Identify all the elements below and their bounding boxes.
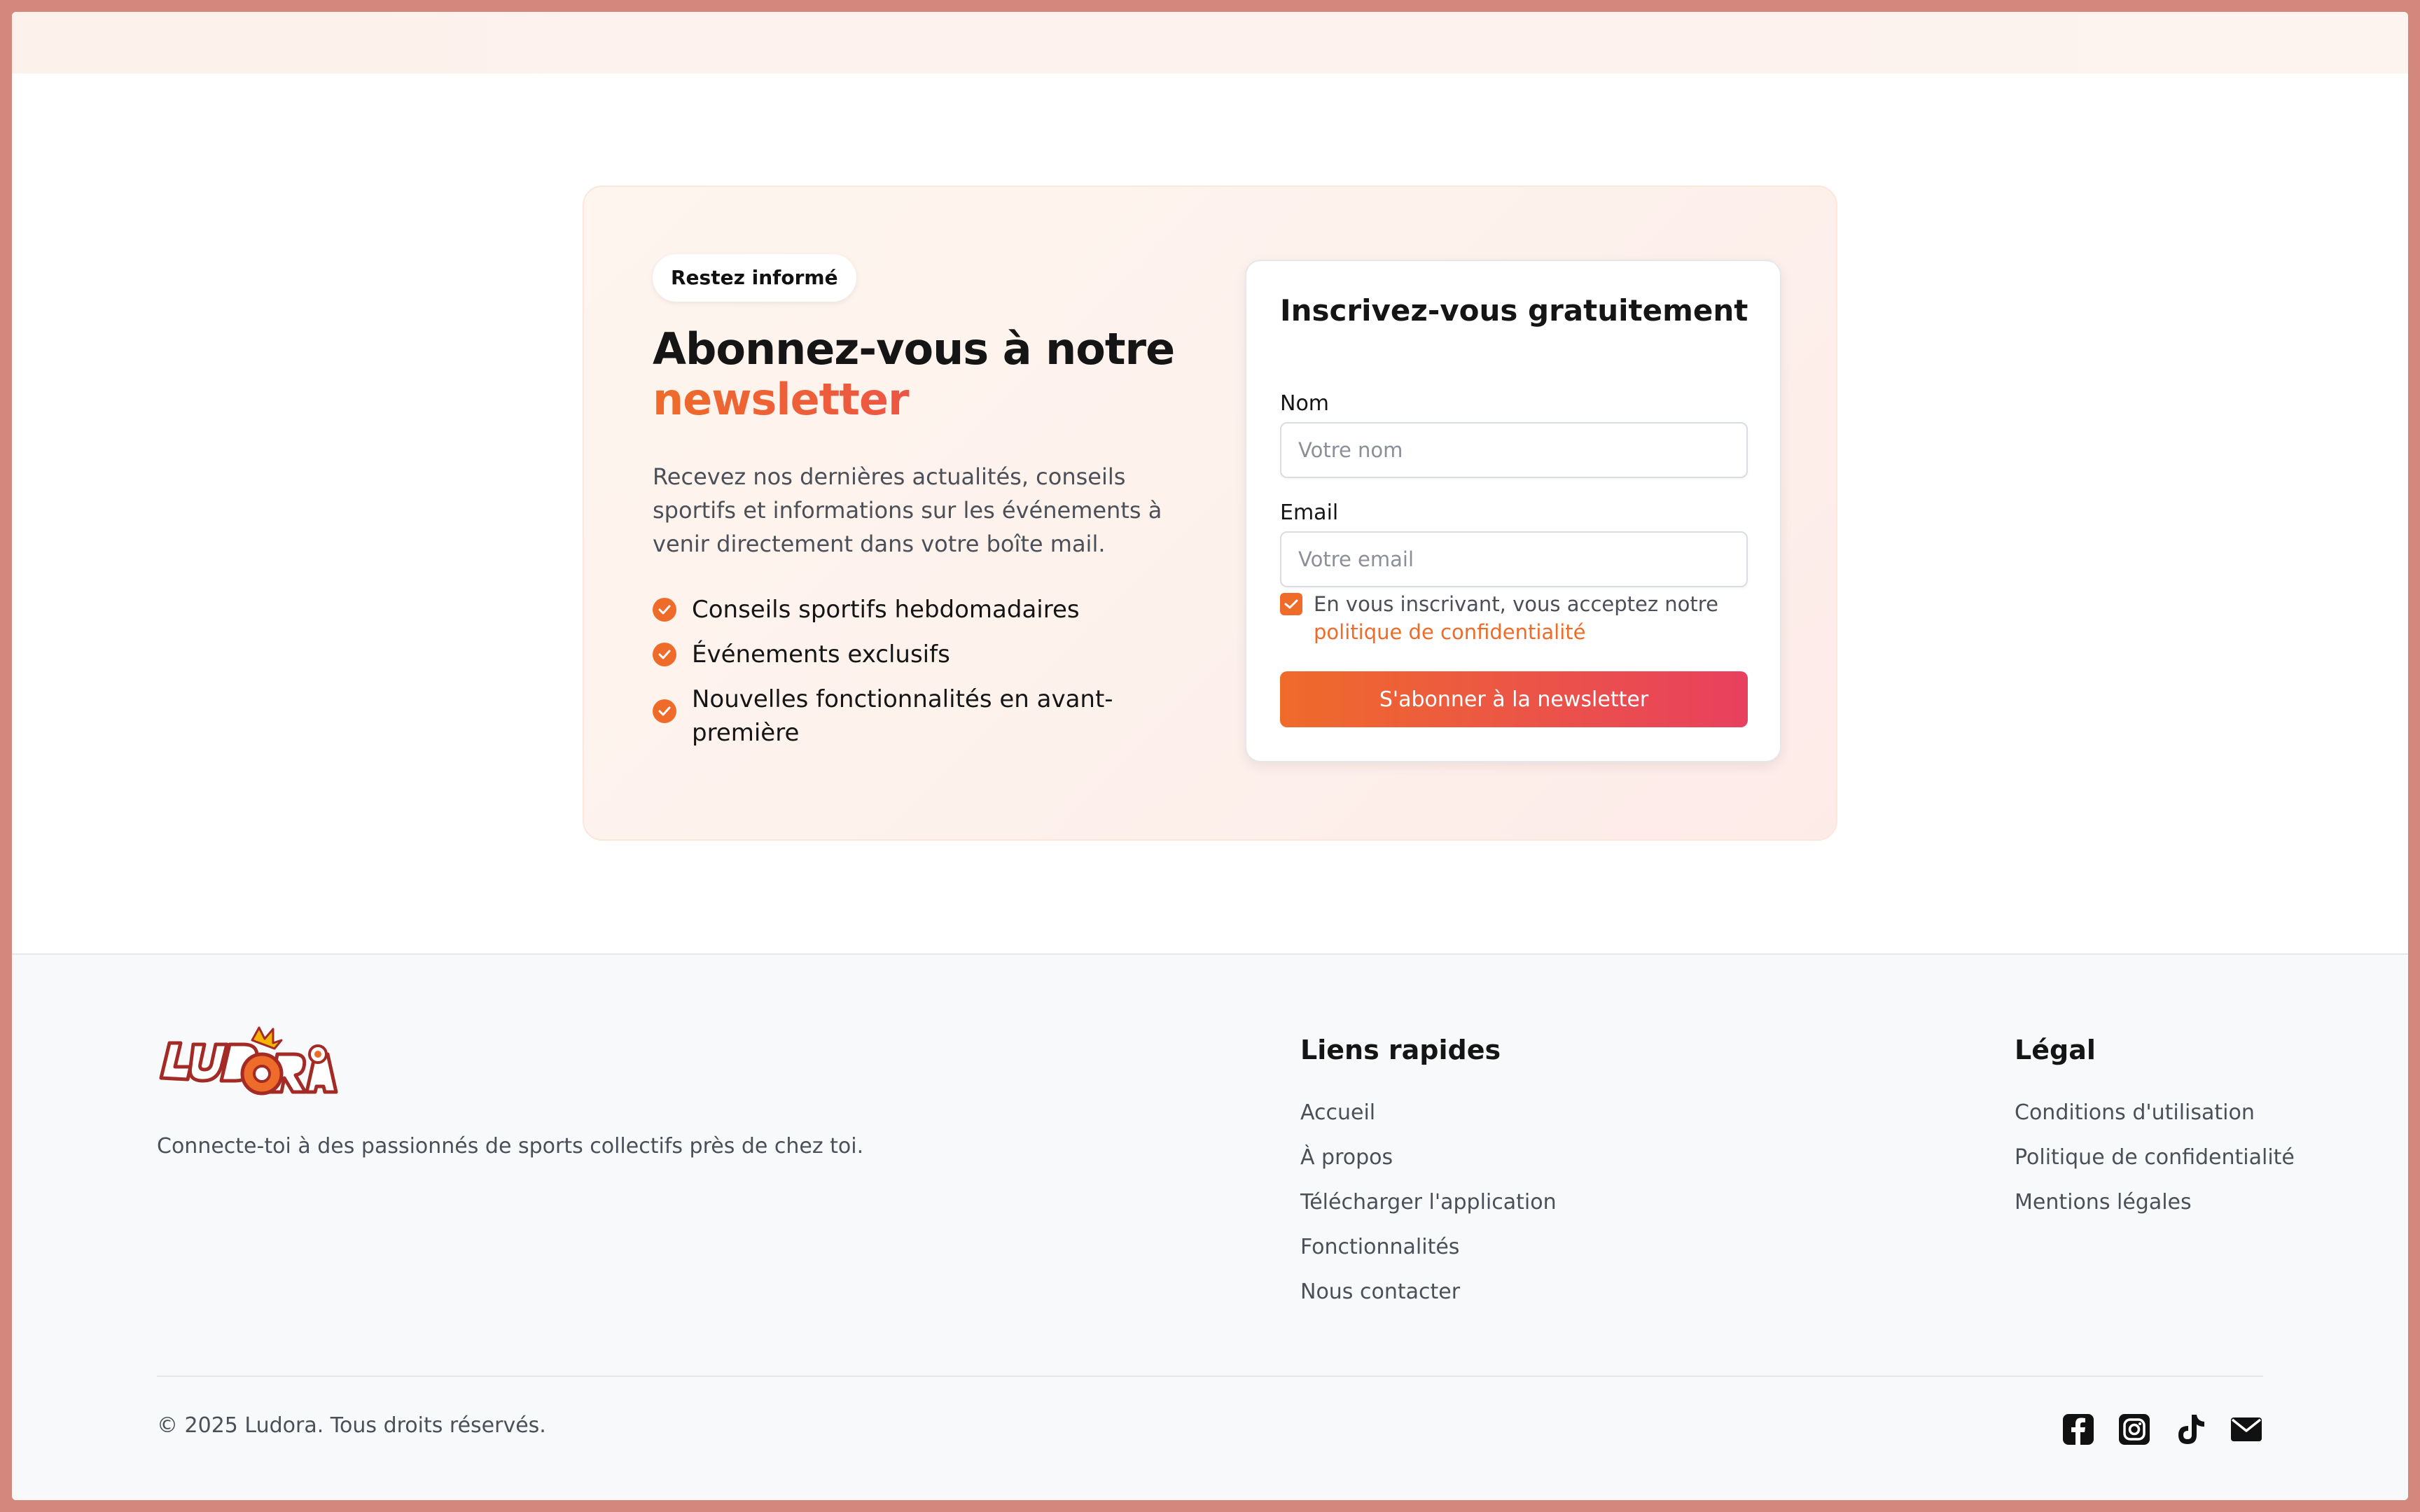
facebook-icon[interactable] [2061,1413,2095,1446]
legal-title: Légal [2015,1035,2096,1065]
footer-link-about[interactable]: À propos [1300,1135,1557,1180]
form-title: Inscrivez-vous gratuitement [1280,293,1748,328]
footer-tagline: Connecte-toi à des passionnés de sports … [157,1134,864,1158]
check-circle-icon [653,598,676,622]
feature-label: Conseils sportifs hebdomadaires [692,596,1080,624]
stay-informed-badge: Restez informé [653,254,856,302]
email-input[interactable] [1280,531,1748,587]
instagram-icon[interactable] [2118,1413,2151,1446]
headline-text: Abonnez-vous à notre [653,323,1175,374]
quick-links-title: Liens rapides [1300,1035,1501,1065]
check-circle-icon [653,643,676,666]
email-label: Email [1280,500,1339,525]
footer-link-home[interactable]: Accueil [1300,1091,1557,1135]
subscribe-button[interactable]: S'abonner à la newsletter [1280,671,1748,727]
feature-label: Événements exclusifs [692,640,950,668]
feature-item: Conseils sportifs hebdomadaires [653,593,1171,626]
footer-link-terms[interactable]: Conditions d'utilisation [2015,1091,2295,1135]
browser-viewport: Restez informé Abonnez-vous à notre news… [12,12,2408,1500]
newsletter-headline: Abonnez-vous à notre newsletter [653,323,1175,425]
check-circle-icon [653,699,676,723]
footer-divider [157,1376,2263,1377]
quick-links-list: Accueil À propos Télécharger l'applicati… [1300,1091,1557,1315]
consent-label: En vous inscrivant, vous acceptez notre [1314,592,1718,616]
name-input[interactable] [1280,422,1748,478]
feature-list: Conseils sportifs hebdomadaires Événemen… [653,593,1171,761]
name-label: Nom [1280,391,1330,416]
newsletter-section: Restez informé Abonnez-vous à notre news… [583,186,1837,841]
consent-checkbox[interactable] [1280,593,1302,615]
feature-item: Nouvelles fonctionnalités en avant-premi… [653,682,1171,750]
feature-item: Événements exclusifs [653,638,1171,671]
footer-link-legal-notice[interactable]: Mentions légales [2015,1180,2295,1225]
headline-accent: newsletter [653,374,1174,425]
footer-link-privacy[interactable]: Politique de confidentialité [2015,1135,2295,1180]
footer: Connecte-toi à des passionnés de sports … [12,953,2408,1500]
header-strip [12,12,2408,74]
footer-link-contact[interactable]: Nous contacter [1300,1270,1557,1315]
email-icon[interactable] [2230,1413,2263,1446]
signup-form: Inscrivez-vous gratuitement Nom Email En… [1245,260,1781,762]
privacy-policy-link[interactable]: politique de confidentialité [1314,620,1586,644]
tiktok-icon[interactable] [2174,1413,2207,1446]
feature-label: Nouvelles fonctionnalités en avant-premi… [692,685,1113,747]
footer-link-features[interactable]: Fonctionnalités [1300,1225,1557,1270]
newsletter-description: Recevez nos dernières actualités, consei… [653,463,1162,557]
ludora-logo[interactable] [157,1025,339,1100]
footer-link-download-app[interactable]: Télécharger l'application [1300,1180,1557,1225]
consent-text: En vous inscrivant, vous acceptez notre … [1314,590,1748,646]
copyright-text: © 2025 Ludora. Tous droits réservés. [157,1413,546,1438]
legal-links-list: Conditions d'utilisation Politique de co… [2015,1091,2295,1225]
